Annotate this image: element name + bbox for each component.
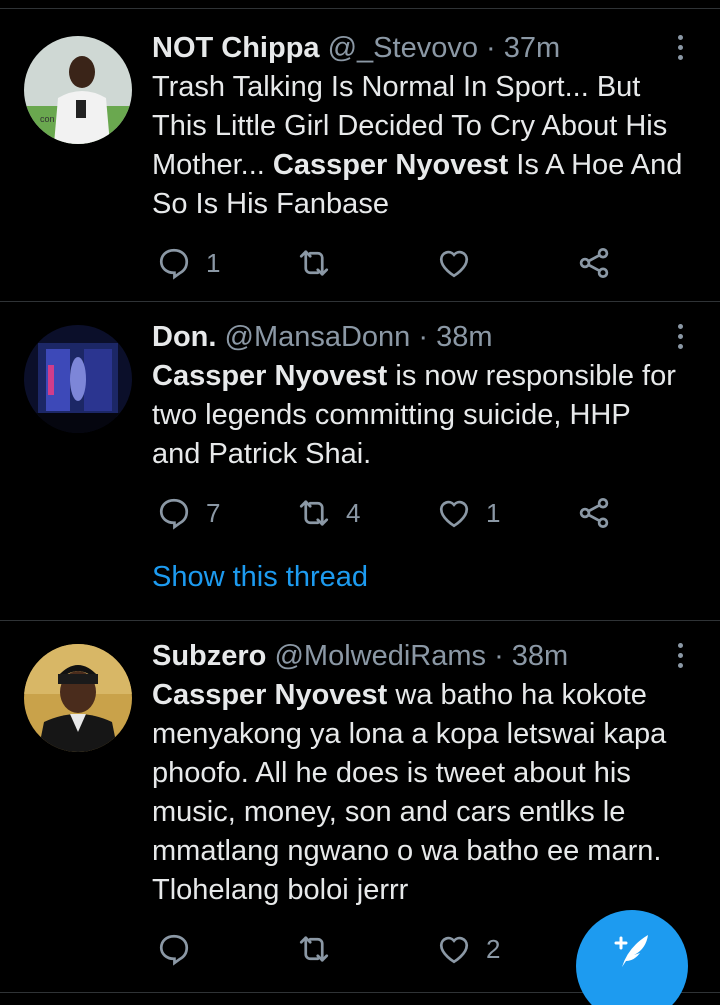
more-vertical-icon[interactable] bbox=[668, 319, 692, 353]
reply-count: 1 bbox=[206, 247, 221, 278]
share-icon bbox=[579, 498, 609, 528]
mention-bold: Cassper Nyovest bbox=[152, 679, 388, 711]
timestamp[interactable]: · 37m bbox=[486, 32, 560, 64]
more-vertical-icon[interactable] bbox=[668, 638, 692, 672]
like-button[interactable] bbox=[436, 243, 486, 283]
like-count: 1 bbox=[486, 497, 501, 528]
tweet-header: NOT Chippa @_Stevovo · 37m bbox=[152, 30, 684, 66]
reply-bubble-icon bbox=[159, 248, 189, 280]
retweet-button[interactable]: 4 bbox=[296, 493, 360, 533]
reply-button[interactable] bbox=[156, 929, 206, 969]
mention-bold: Cassper Nyovest bbox=[152, 360, 388, 392]
compose-tweet-icon bbox=[614, 935, 648, 967]
action-bar: 2 bbox=[152, 929, 622, 969]
like-button[interactable]: 1 bbox=[436, 493, 500, 533]
tweet-header: Subzero @MolwediRams · 38m bbox=[152, 638, 684, 674]
action-bar: 7 4 1 bbox=[152, 493, 622, 533]
more-vertical-icon[interactable] bbox=[668, 30, 692, 64]
reply-count: 7 bbox=[206, 497, 221, 528]
avatar[interactable] bbox=[24, 325, 132, 433]
heart-icon bbox=[439, 936, 469, 964]
heart-icon bbox=[439, 500, 469, 528]
share-icon bbox=[579, 248, 609, 278]
retweet-icon bbox=[299, 500, 329, 526]
handle[interactable]: @MansaDonn bbox=[225, 321, 411, 353]
timestamp[interactable]: · 38m bbox=[494, 640, 568, 672]
like-count: 2 bbox=[486, 933, 501, 964]
reply-bubble-icon bbox=[159, 934, 189, 966]
reply-button[interactable]: 7 bbox=[156, 493, 220, 533]
compose-tweet-button[interactable] bbox=[576, 910, 688, 1005]
display-name[interactable]: Don. bbox=[152, 321, 216, 353]
tweet-text: Cassper Nyovest is now responsible for t… bbox=[152, 360, 676, 470]
retweet-icon bbox=[299, 936, 329, 962]
top-divider bbox=[0, 8, 720, 9]
retweet-button[interactable] bbox=[296, 243, 346, 283]
timestamp[interactable]: · 38m bbox=[418, 321, 492, 353]
avatar[interactable] bbox=[24, 644, 132, 752]
avatar[interactable]: con bbox=[24, 36, 132, 144]
tweet-text: Cassper Nyovest wa batho ha kokote menya… bbox=[152, 679, 667, 906]
display-name[interactable]: NOT Chippa bbox=[152, 32, 320, 64]
display-name[interactable]: Subzero bbox=[152, 640, 266, 672]
show-thread-link[interactable]: Show this thread bbox=[152, 559, 368, 595]
tweet-text: Trash Talking Is Normal In Sport... But … bbox=[152, 71, 683, 220]
like-button[interactable]: 2 bbox=[436, 929, 500, 969]
share-button[interactable] bbox=[576, 243, 612, 283]
heart-icon bbox=[439, 250, 469, 278]
tweet-divider bbox=[0, 301, 720, 302]
tweet-header: Don. @MansaDonn · 38m bbox=[152, 319, 684, 355]
reply-button[interactable]: 1 bbox=[156, 243, 220, 283]
retweet-button[interactable] bbox=[296, 929, 346, 969]
retweet-icon bbox=[299, 250, 329, 276]
mention-bold: Cassper Nyovest bbox=[272, 149, 509, 181]
action-bar: 1 bbox=[152, 243, 622, 283]
retweet-count: 4 bbox=[346, 497, 361, 528]
handle[interactable]: @_Stevovo bbox=[328, 32, 478, 64]
share-button[interactable] bbox=[576, 493, 612, 533]
reply-bubble-icon bbox=[159, 498, 189, 530]
handle[interactable]: @MolwediRams bbox=[274, 640, 486, 672]
svg-text:con: con bbox=[40, 114, 55, 124]
tweet-divider bbox=[0, 620, 720, 621]
